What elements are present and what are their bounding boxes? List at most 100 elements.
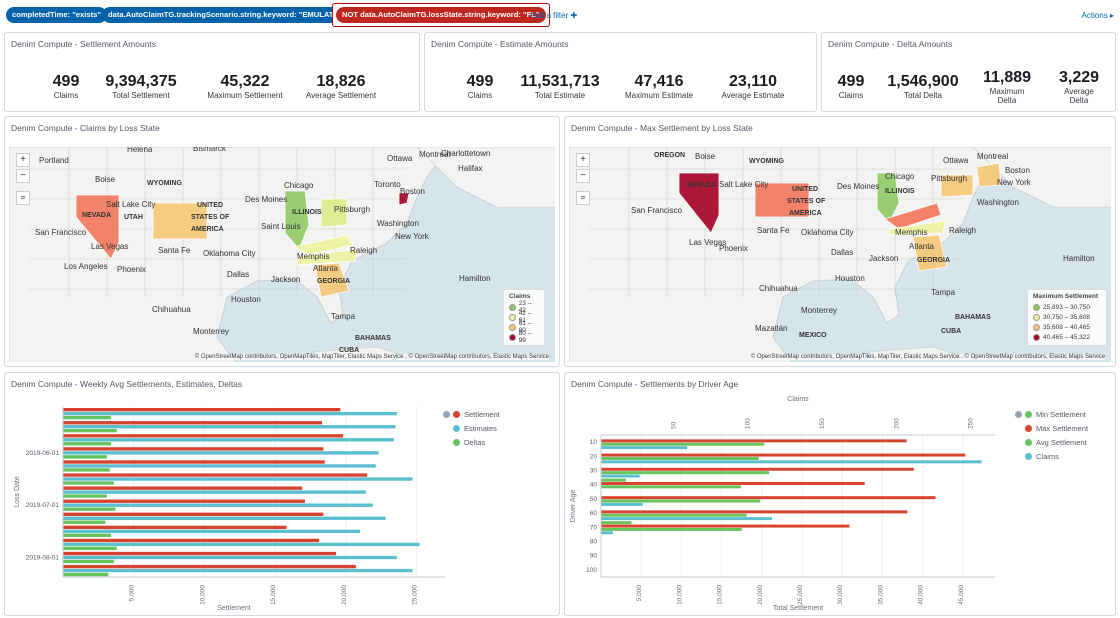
filter-pill-completed-time[interactable]: completedTime: "exists"	[6, 7, 107, 23]
bar-deltas[interactable]	[63, 507, 116, 511]
legend-entry[interactable]: 35,608 – 40,465	[1033, 322, 1101, 332]
bar-claims[interactable]	[601, 446, 688, 450]
bar-estimates[interactable]	[63, 542, 420, 547]
map-label: Montreal	[977, 152, 1008, 161]
bar-estimates[interactable]	[63, 568, 413, 573]
bar-deltas[interactable]	[63, 468, 110, 472]
bar-claims[interactable]	[601, 531, 613, 535]
max-settlement-map[interactable]: OREGON Boise WYOMING Ottawa Montreal NEVADA Sa…	[569, 147, 1111, 362]
map-label: Monterrey	[193, 327, 229, 336]
bar-avg-settlement[interactable]	[601, 499, 761, 503]
draw-filter-button[interactable]: ⌗	[16, 191, 30, 205]
zoom-in-button[interactable]: +	[576, 153, 590, 167]
bar-max-settlement[interactable]	[601, 439, 907, 443]
bar-settlement[interactable]	[63, 447, 324, 451]
bar-min-settlement[interactable]	[601, 521, 632, 525]
bar-settlement[interactable]	[63, 434, 344, 438]
bar-max-settlement[interactable]	[601, 510, 908, 514]
bar-settlement[interactable]	[63, 538, 320, 543]
bar-settlement[interactable]	[63, 525, 287, 530]
bar-max-settlement[interactable]	[601, 467, 914, 471]
bar-settlement[interactable]	[63, 499, 305, 503]
legend-item[interactable]: Min Settlement	[1025, 407, 1088, 421]
bar-claims[interactable]	[601, 517, 772, 521]
bar-avg-settlement[interactable]	[601, 442, 765, 446]
bar-deltas[interactable]	[63, 455, 107, 459]
bar-settlement[interactable]	[63, 486, 303, 490]
legend-toggle[interactable]	[1015, 407, 1022, 421]
add-filter-link[interactable]: Add a filter ✚	[530, 11, 577, 20]
map-label: Memphis	[297, 252, 329, 261]
draw-filter-button[interactable]: ⌗	[576, 191, 590, 205]
legend-item[interactable]: Settlement	[453, 407, 500, 421]
bar-settlement[interactable]	[63, 473, 368, 477]
bar-max-settlement[interactable]	[601, 524, 850, 528]
filter-pill-tracking-scenario[interactable]: data.AutoClaimTG.trackingScenario.string…	[102, 7, 354, 23]
bar-estimates[interactable]	[63, 451, 379, 455]
bar-deltas[interactable]	[63, 442, 112, 446]
bar-settlement[interactable]	[63, 408, 341, 412]
legend-item[interactable]: Avg Settlement	[1025, 435, 1088, 449]
bar-max-settlement[interactable]	[601, 453, 966, 457]
bar-deltas[interactable]	[63, 533, 112, 537]
bar-estimates[interactable]	[63, 503, 373, 507]
bar-estimates[interactable]	[63, 425, 396, 429]
bar-claims[interactable]	[601, 474, 640, 478]
legend-dot	[1025, 410, 1032, 418]
bar-avg-settlement[interactable]	[601, 527, 742, 531]
legend-entry[interactable]: 40,465 – 45,322	[1033, 332, 1101, 342]
bar-estimates[interactable]	[63, 490, 366, 494]
legend-toggle[interactable]	[443, 407, 450, 421]
zoom-in-button[interactable]: +	[16, 153, 30, 167]
bar-avg-settlement[interactable]	[601, 485, 741, 489]
bar-settlement[interactable]	[63, 421, 322, 425]
map-label: GEORGIA	[917, 257, 950, 264]
bar-avg-settlement[interactable]	[601, 471, 770, 475]
bar-deltas[interactable]	[63, 481, 114, 485]
bar-claims[interactable]	[601, 502, 643, 506]
zoom-out-button[interactable]: −	[576, 169, 590, 183]
bar-deltas[interactable]	[63, 572, 109, 577]
bar-estimates[interactable]	[63, 529, 361, 534]
map-label: Oklahoma City	[203, 249, 255, 258]
bar-claims[interactable]	[601, 460, 982, 464]
bar-avg-settlement[interactable]	[601, 456, 759, 460]
bar-min-settlement[interactable]	[601, 478, 626, 482]
bar-estimates[interactable]	[63, 464, 376, 468]
bar-estimates[interactable]	[63, 438, 395, 442]
bar-settlement[interactable]	[63, 564, 356, 569]
bar-deltas[interactable]	[63, 494, 107, 498]
x-tick-label: 10,000	[676, 585, 683, 605]
legend-label: Settlement	[464, 409, 500, 419]
bar-deltas[interactable]	[63, 429, 117, 433]
legend-item[interactable]: Claims	[1025, 449, 1088, 463]
legend-entry[interactable]: 80 – 99	[509, 330, 539, 344]
actions-link[interactable]: Actions ▸	[1082, 11, 1114, 20]
bar-settlement[interactable]	[63, 551, 337, 556]
legend-entry[interactable]: 25,893 – 30,750	[1033, 302, 1101, 312]
claims-map[interactable]: Helena Bismarck Ottawa Montreal Charlottetow…	[9, 147, 555, 362]
legend-item[interactable]: Deltas	[453, 435, 500, 449]
bar-settlement[interactable]	[63, 512, 324, 516]
legend-item[interactable]: Max Settlement	[1025, 421, 1088, 435]
filter-pill-negated-loss-state[interactable]: NOT data.AutoClaimTG.lossState.string.ke…	[332, 3, 550, 27]
legend-dot	[1025, 438, 1032, 446]
bar-deltas[interactable]	[63, 520, 106, 524]
bar-max-settlement[interactable]	[601, 481, 865, 485]
delta-amounts-panel: Denim Compute - Delta Amounts 499 Claims …	[821, 32, 1116, 112]
map-label: Hamilton	[459, 274, 491, 283]
bar-estimates[interactable]	[63, 411, 397, 416]
bar-max-settlement[interactable]	[601, 496, 936, 500]
bar-estimates[interactable]	[63, 477, 413, 481]
bar-avg-settlement[interactable]	[601, 513, 747, 517]
map-label: New York	[997, 178, 1032, 187]
bar-deltas[interactable]	[63, 415, 112, 420]
bar-estimates[interactable]	[63, 555, 397, 560]
zoom-out-button[interactable]: −	[16, 169, 30, 183]
legend-entry[interactable]: 30,750 – 35,608	[1033, 312, 1101, 322]
legend-item[interactable]: Estimates	[453, 421, 500, 435]
bar-deltas[interactable]	[63, 546, 117, 551]
bar-settlement[interactable]	[63, 460, 325, 464]
bar-deltas[interactable]	[63, 559, 114, 564]
bar-estimates[interactable]	[63, 516, 386, 520]
